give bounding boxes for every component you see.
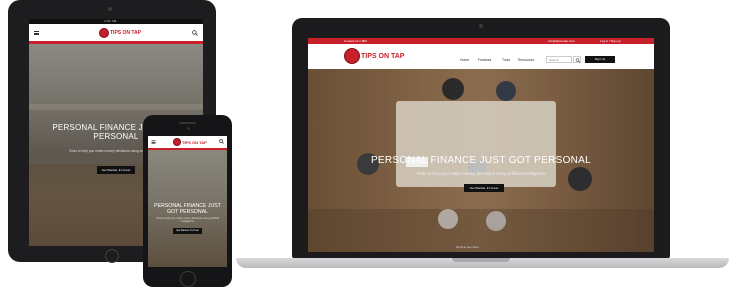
topbar-email[interactable]: info@tipsontap.com [548,39,575,43]
laptop-notch [452,258,510,262]
phone-speaker [179,122,196,124]
phone-screen: TIPS ON TAP PERSONAL FINANCE JUST GOT PE… [148,136,227,267]
phone-hero-title: PERSONAL FINANCE JUST GOT PERSONAL [154,203,221,215]
nav-item-features[interactable]: Features [478,58,491,62]
menu-icon[interactable] [34,31,39,35]
phone-hero-subtitle: Tools to help you make money decisions u… [155,217,219,223]
tablet-logo[interactable]: TIPS ON TAP [99,28,141,38]
topbar-login[interactable]: Log in / Sign up [600,39,621,43]
search-icon [575,57,580,63]
phone-nav-bar: TIPS ON TAP [148,136,227,150]
laptop-cta-button[interactable]: Get Started, It's Free! [464,184,504,192]
search-icon[interactable] [219,139,224,144]
logo-text: TIPS ON TAP [110,30,142,36]
phone-home-button[interactable] [180,271,196,287]
phone-logo[interactable]: TIPS ON TAP [173,138,207,146]
phone-device: TIPS ON TAP PERSONAL FINANCE JUST GOT PE… [143,115,232,287]
nav-item-resources[interactable]: Resources [518,58,534,62]
search-icon[interactable] [192,30,198,36]
logo-text: TIPS ON TAP [182,139,207,145]
logo-text: TIPS ON TAP [361,52,405,60]
laptop-hero-subtitle: Tools to help you make money decisions u… [416,171,546,176]
search-button[interactable] [573,56,581,63]
menu-icon[interactable] [151,140,156,144]
laptop-camera [479,24,483,28]
tablet-status-time: 1:01 AM [104,19,117,23]
laptop-screen: Contact us 1-800 info@tipsontap.com Log … [308,38,654,252]
tablet-cta-button[interactable]: Get Started, It's Free! [97,166,135,174]
phone-cta-button[interactable]: Get Started, It's Free! [173,228,202,234]
laptop-nav-bar: TIPS ON TAP Home Features Tools Resource… [308,44,654,69]
logo-disc-icon [173,138,181,146]
nav-item-home[interactable]: Home [460,58,469,62]
tablet-home-button[interactable] [105,249,119,263]
logo-disc-icon [344,48,360,64]
nav-item-tools[interactable]: Tools [502,58,510,62]
laptop-hero-title: PERSONAL FINANCE JUST GOT PERSONAL [370,155,592,166]
logo-disc-icon [99,28,109,38]
signup-button[interactable]: Sign Up [585,56,615,63]
tablet-camera [108,7,112,11]
topbar-phone: Contact us 1-800 [344,39,367,43]
laptop-logo[interactable]: TIPS ON TAP [344,48,404,64]
laptop-lid: Contact us 1-800 info@tipsontap.com Log … [292,18,670,258]
tablet-nav-bar: TIPS ON TAP [29,24,203,44]
laptop-footer-note: Scroll to see more [456,245,479,249]
search-input[interactable]: Search [546,56,572,63]
phone-camera [187,127,190,130]
